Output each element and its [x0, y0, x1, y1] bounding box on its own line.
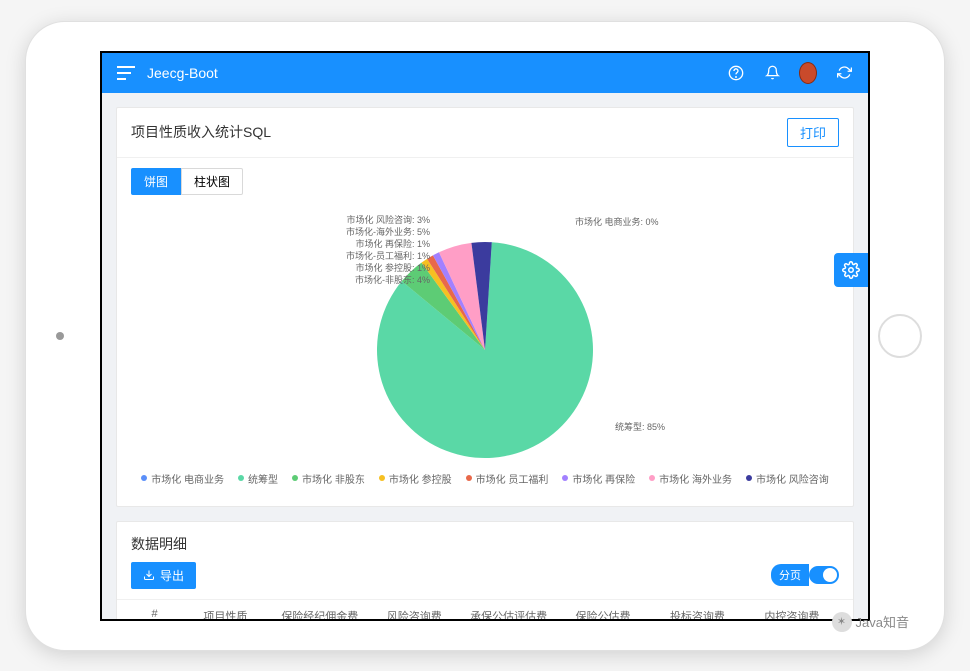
- slice-label: 市场化-海外业务: 5%: [346, 226, 430, 237]
- avatar[interactable]: [799, 64, 817, 82]
- export-label: 导出: [160, 567, 184, 584]
- table-header-cell: 内控咨询费: [745, 608, 839, 621]
- slice-label: 市场化-员工福利: 1%: [346, 250, 430, 261]
- device-home-button[interactable]: [878, 314, 922, 358]
- tab-pie[interactable]: 饼图: [131, 168, 181, 195]
- legend-item[interactable]: 市场化 非股东: [292, 471, 365, 486]
- legend-label: 市场化 非股东: [302, 471, 365, 486]
- slice-label: 市场化 再保险: 1%: [355, 238, 430, 249]
- legend-dot-icon: [379, 475, 385, 481]
- chart-card-header: 项目性质收入统计SQL 打印: [117, 108, 853, 158]
- app-header: Jeecg-Boot: [102, 53, 868, 93]
- legend-label: 市场化 参控股: [389, 471, 452, 486]
- legend-label: 市场化 再保险: [572, 471, 635, 486]
- watermark-text: Java知音: [856, 612, 909, 631]
- wechat-icon: ✶: [832, 612, 852, 632]
- detail-toolbar: 导出 分页: [117, 562, 853, 599]
- table-header-cell: 风险咨询费: [367, 608, 461, 621]
- ipad-frame: Jeecg-Boot 项目性质收入统计SQL 打印: [25, 21, 945, 651]
- legend-dot-icon: [466, 475, 472, 481]
- refresh-icon[interactable]: [835, 64, 853, 82]
- slice-label: 统筹型: 85%: [615, 421, 665, 432]
- device-camera: [56, 332, 64, 340]
- menu-toggle-icon[interactable]: [117, 66, 135, 80]
- slice-label: 市场化 参控股: 1%: [355, 262, 430, 273]
- table-header-cell: 投标咨询费: [650, 608, 744, 621]
- legend-dot-icon: [746, 475, 752, 481]
- bell-icon[interactable]: [763, 64, 781, 82]
- chart-area: 市场化 电商业务: 0% 统筹型: 85% 市场化-非股东: 4%市场化 参控股: …: [117, 205, 853, 506]
- legend-dot-icon: [292, 475, 298, 481]
- content-area: 项目性质收入统计SQL 打印 饼图 柱状图 市场化 电商业务: 0% 统筹型: 8…: [102, 93, 868, 621]
- app-brand: Jeecg-Boot: [147, 65, 218, 81]
- legend-item[interactable]: 市场化 风险咨询: [746, 471, 829, 486]
- legend-label: 市场化 海外业务: [659, 471, 732, 486]
- table-header-row: #项目性质保险经纪佣金费风险咨询费承保公估评估费保险公估费投标咨询费内控咨询费: [117, 599, 853, 621]
- settings-drawer-toggle[interactable]: [834, 253, 868, 287]
- pagination-label: 分页: [771, 564, 809, 586]
- legend-label: 市场化 电商业务: [151, 471, 224, 486]
- pie-chart: 市场化 电商业务: 0% 统筹型: 85% 市场化-非股东: 4%市场化 参控股: …: [245, 205, 725, 465]
- table-header-cell: 保险公估费: [556, 608, 650, 621]
- print-button[interactable]: 打印: [787, 118, 839, 147]
- legend-label: 市场化 风险咨询: [756, 471, 829, 486]
- legend-dot-icon: [141, 475, 147, 481]
- legend-label: 统筹型: [248, 471, 278, 486]
- detail-title: 数据明细: [131, 534, 187, 554]
- table-header-cell: 承保公估评估费: [461, 608, 555, 621]
- legend-dot-icon: [238, 475, 244, 481]
- detail-header: 数据明细: [117, 522, 853, 562]
- legend-item[interactable]: 统筹型: [238, 471, 278, 486]
- chart-title: 项目性质收入统计SQL: [131, 122, 271, 142]
- legend-dot-icon: [562, 475, 568, 481]
- table-header-cell: 项目性质: [178, 608, 272, 621]
- legend-label: 市场化 员工福利: [476, 471, 549, 486]
- gear-icon: [842, 261, 860, 279]
- legend-item[interactable]: 市场化 员工福利: [466, 471, 549, 486]
- legend-dot-icon: [649, 475, 655, 481]
- legend-item[interactable]: 市场化 参控股: [379, 471, 452, 486]
- app-screen: Jeecg-Boot 项目性质收入统计SQL 打印: [100, 51, 870, 621]
- legend-item[interactable]: 市场化 再保险: [562, 471, 635, 486]
- chart-tabs: 饼图 柱状图: [117, 158, 853, 205]
- table-header-cell: 保险经纪佣金费: [273, 608, 367, 621]
- download-icon: [143, 569, 155, 581]
- slice-label: 市场化 电商业务: 0%: [575, 216, 659, 227]
- chart-card: 项目性质收入统计SQL 打印 饼图 柱状图 市场化 电商业务: 0% 统筹型: 8…: [116, 107, 854, 507]
- legend-item[interactable]: 市场化 海外业务: [649, 471, 732, 486]
- pagination-switch[interactable]: [809, 566, 839, 584]
- help-icon[interactable]: [727, 64, 745, 82]
- table-header-cell: #: [131, 608, 178, 621]
- watermark: ✶ Java知音: [832, 612, 909, 632]
- slice-label: 市场化 风险咨询: 3%: [346, 214, 430, 225]
- slice-label: 市场化-非股东: 4%: [355, 274, 430, 285]
- tab-bar[interactable]: 柱状图: [181, 168, 243, 195]
- detail-card: 数据明细 导出 分页 #项目性质保险经纪佣金费风险咨询费承保公估评估费保险公估费…: [116, 521, 854, 621]
- export-button[interactable]: 导出: [131, 562, 196, 589]
- legend-item[interactable]: 市场化 电商业务: [141, 471, 224, 486]
- chart-legend: 市场化 电商业务 统筹型 市场化 非股东 市场化 参控股 市场化 员工福利 市场化 再保险…: [141, 465, 828, 496]
- pagination-toggle[interactable]: 分页: [771, 564, 839, 586]
